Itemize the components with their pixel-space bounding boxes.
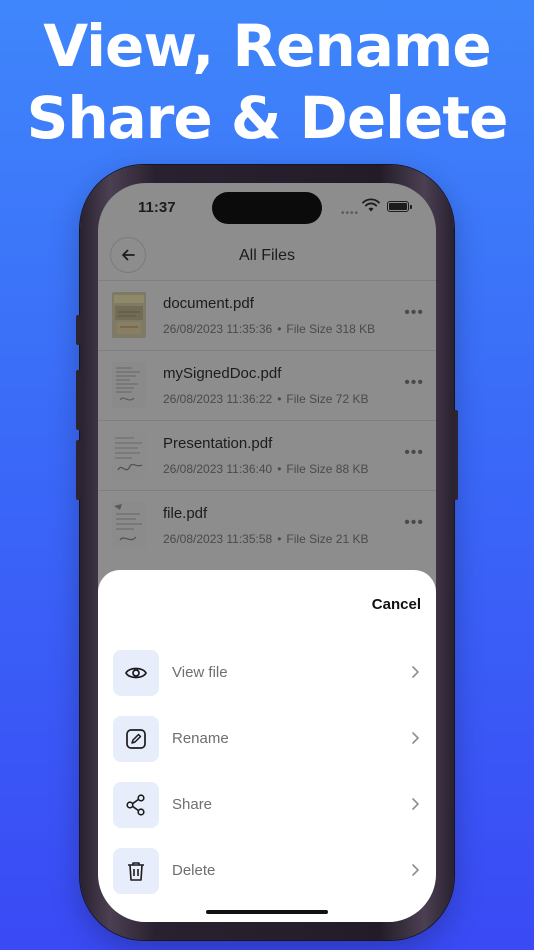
file-row[interactable]: file.pdf 26/08/2023 11:35:58 • File Size 2… [98,490,436,560]
file-date: 26/08/2023 11:36:40 [163,462,273,476]
headline: View, Rename Share & Delete [0,10,534,154]
delete-action[interactable]: Delete [113,848,423,894]
chevron-right-icon [412,666,419,678]
phone-screen: 11:37 •••• All Files document.pdf 26/08/… [98,183,436,922]
status-bar: 11:37 •••• [98,183,436,233]
meta-separator: • [277,462,282,476]
trash-icon [113,848,159,894]
signal-icon: •••• [341,208,360,219]
headline-line-1: View, Rename [43,12,491,80]
action-sheet: Cancel View file Rename Share Delete [98,570,436,922]
side-button-volume-down [76,440,81,500]
file-meta: 26/08/2023 11:36:40 • File Size 88 KB [163,462,368,476]
file-meta: 26/08/2023 11:36:22 • File Size 72 KB [163,392,368,406]
home-indicator [206,910,328,914]
file-size: File Size 72 KB [286,392,369,406]
meta-separator: • [277,532,282,546]
file-name: Presentation.pdf [163,435,273,452]
dynamic-island [212,192,322,224]
eye-icon [113,650,159,696]
side-button-power [453,410,458,500]
chevron-right-icon [412,732,419,744]
file-name: document.pdf [163,295,254,312]
file-list: document.pdf 26/08/2023 11:35:36 • File Si… [98,280,436,560]
file-date: 26/08/2023 11:35:36 [163,322,273,336]
side-button-mute [76,315,81,345]
chevron-right-icon [412,864,419,876]
file-size: File Size 88 KB [286,462,369,476]
side-button-volume-up [76,370,81,430]
file-thumbnail [112,362,146,408]
share-icon [113,782,159,828]
share-action[interactable]: Share [113,782,423,828]
meta-separator: • [277,322,282,336]
share-label: Share [172,796,213,813]
view-file-label: View file [172,664,228,681]
phone-frame: 11:37 •••• All Files document.pdf 26/08/… [76,165,458,940]
file-date: 26/08/2023 11:35:58 [163,532,273,546]
rename-label: Rename [172,730,229,747]
file-row[interactable]: document.pdf 26/08/2023 11:35:36 • File Si… [98,280,436,350]
headline-line-2: Share & Delete [26,84,509,152]
file-thumbnail [112,432,146,478]
file-meta: 26/08/2023 11:35:36 • File Size 318 KB [163,322,375,336]
file-date: 26/08/2023 11:36:22 [163,392,273,406]
page-title: All Files [238,247,295,264]
file-size: File Size 21 KB [286,532,369,546]
status-time: 11:37 [138,199,176,216]
navbar: All Files [98,235,436,279]
chevron-right-icon [412,798,419,810]
file-row[interactable]: Presentation.pdf 26/08/2023 11:36:40 • Fil… [98,420,436,490]
battery-icon [387,201,412,212]
file-row[interactable]: mySignedDoc.pdf 26/08/2023 11:36:22 • File… [98,350,436,420]
more-options-icon[interactable]: ••• [404,515,424,531]
edit-icon [113,716,159,762]
file-meta: 26/08/2023 11:35:58 • File Size 21 KB [163,532,368,546]
file-thumbnail [112,292,146,338]
meta-separator: • [277,392,282,406]
cancel-button[interactable]: Cancel [372,596,421,613]
file-size: File Size 318 KB [286,322,376,336]
file-name: file.pdf [163,505,208,522]
view-file-action[interactable]: View file [113,650,423,696]
delete-label: Delete [172,862,216,879]
file-thumbnail [112,502,146,548]
more-options-icon[interactable]: ••• [404,375,424,391]
more-options-icon[interactable]: ••• [404,445,424,461]
rename-action[interactable]: Rename [113,716,423,762]
more-options-icon[interactable]: ••• [404,305,424,321]
file-name: mySignedDoc.pdf [163,365,282,382]
wifi-icon [362,198,380,212]
